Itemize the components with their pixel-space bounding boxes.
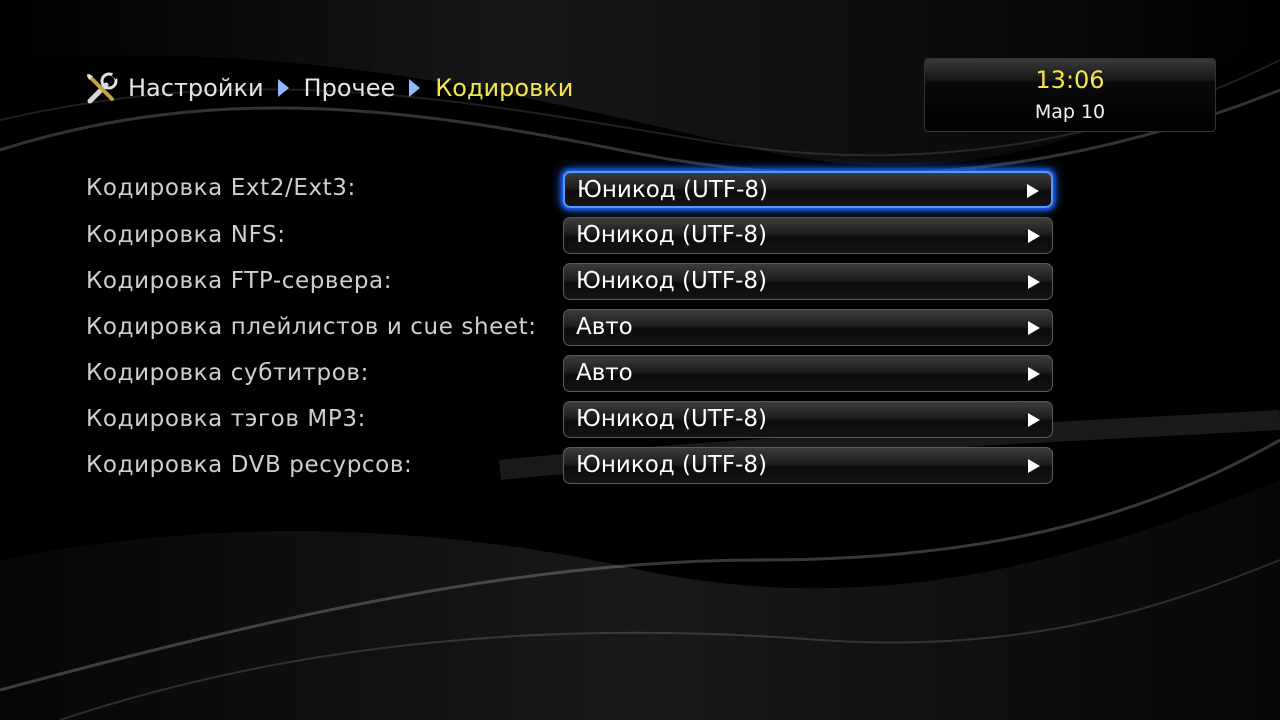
- setting-value-text: Юникод (UTF-8): [576, 452, 767, 478]
- breadcrumb-separator-icon: [277, 79, 289, 97]
- setting-label-nfs: Кодировка NFS:: [86, 222, 286, 248]
- setting-value-mp3-tags[interactable]: Юникод (UTF-8): [563, 401, 1053, 438]
- arrow-right-icon: [1028, 413, 1040, 427]
- setting-label-dvb: Кодировка DVB ресурсов:: [86, 452, 413, 478]
- arrow-right-icon: [1028, 275, 1040, 289]
- setting-label-subtitles: Кодировка субтитров:: [86, 360, 369, 386]
- setting-label-mp3-tags: Кодировка тэгов MP3:: [86, 406, 366, 432]
- arrow-right-icon: [1028, 321, 1040, 335]
- setting-value-nfs[interactable]: Юникод (UTF-8): [563, 217, 1053, 254]
- setting-label-playlists: Кодировка плейлистов и cue sheet:: [86, 314, 537, 340]
- clock-date: Мар 10: [1034, 101, 1106, 123]
- setting-value-playlists[interactable]: Авто: [563, 309, 1053, 346]
- settings-screen: Настройки Прочее Кодировки 13:06 Мар 10 …: [0, 0, 1280, 720]
- arrow-right-icon: [1028, 367, 1040, 381]
- setting-value-ext2-ext3[interactable]: Юникод (UTF-8): [563, 171, 1053, 208]
- setting-value-text: Юникод (UTF-8): [576, 222, 767, 248]
- breadcrumb-separator-icon: [409, 79, 421, 97]
- tools-icon: [84, 71, 119, 105]
- setting-value-text: Юникод (UTF-8): [576, 268, 767, 294]
- clock-time: 13:06: [1035, 66, 1105, 94]
- setting-value-text: Юникод (UTF-8): [576, 406, 767, 432]
- setting-label-ftp: Кодировка FTP-сервера:: [86, 268, 393, 294]
- setting-label-ext2-ext3: Кодировка Ext2/Ext3:: [86, 175, 356, 201]
- breadcrumb-item-encodings: Кодировки: [435, 74, 574, 102]
- arrow-right-icon: [1027, 184, 1039, 198]
- setting-value-dvb[interactable]: Юникод (UTF-8): [563, 447, 1053, 484]
- arrow-right-icon: [1028, 229, 1040, 243]
- breadcrumb-item-settings[interactable]: Настройки: [128, 74, 264, 102]
- clock-widget: 13:06 Мар 10: [924, 58, 1216, 132]
- setting-value-subtitles[interactable]: Авто: [563, 355, 1053, 392]
- arrow-right-icon: [1028, 459, 1040, 473]
- setting-value-text: Авто: [576, 360, 633, 386]
- setting-value-text: Авто: [576, 314, 633, 340]
- breadcrumb: Настройки Прочее Кодировки: [84, 70, 573, 106]
- setting-value-text: Юникод (UTF-8): [577, 177, 768, 203]
- breadcrumb-item-misc[interactable]: Прочее: [304, 74, 396, 102]
- setting-value-ftp[interactable]: Юникод (UTF-8): [563, 263, 1053, 300]
